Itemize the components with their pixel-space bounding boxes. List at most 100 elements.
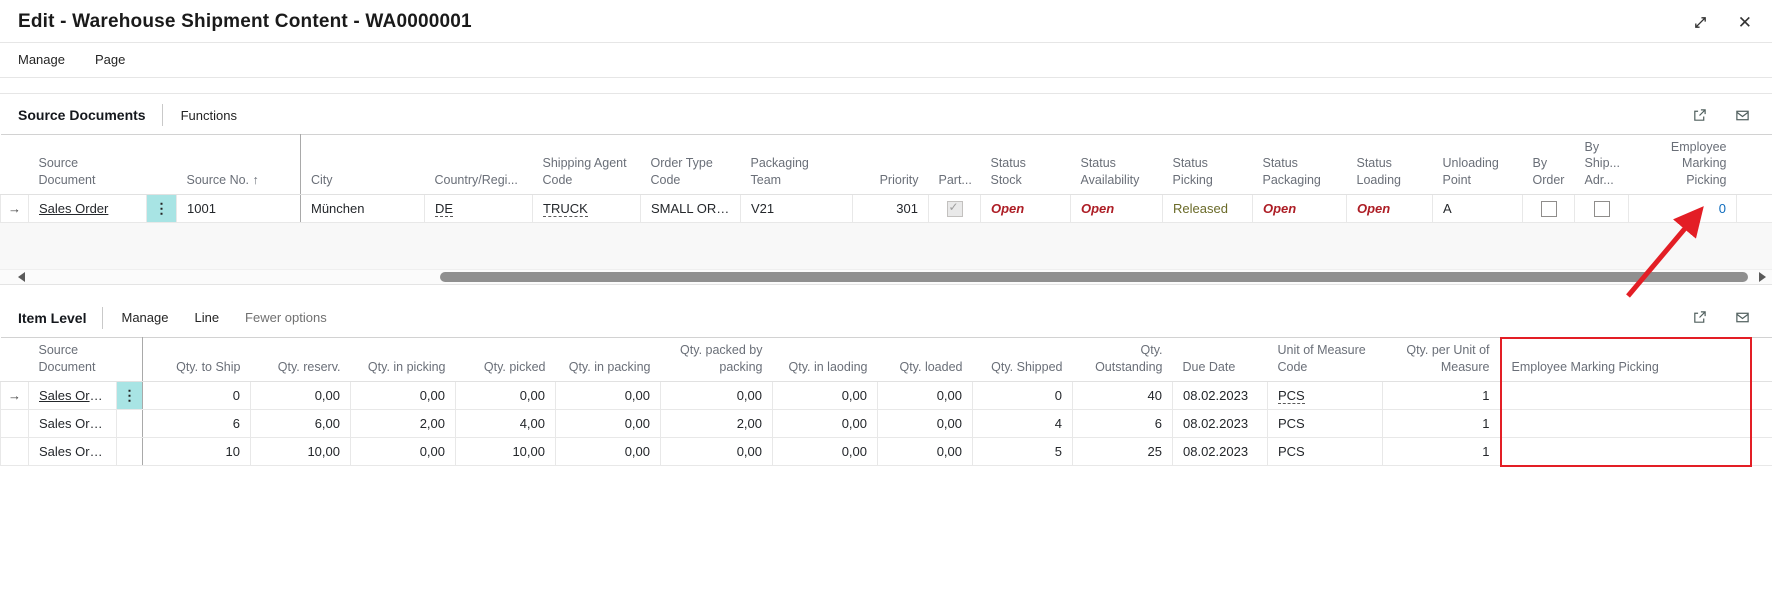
column-shipping-agent-code[interactable]: Shipping Agent Code	[533, 135, 641, 195]
partial-checkbox[interactable]	[947, 201, 963, 217]
qty-loaded-cell[interactable]: 0,00	[878, 437, 973, 466]
mail-icon[interactable]	[1735, 310, 1750, 325]
column-status-availability[interactable]: Status Availability	[1071, 135, 1163, 195]
column-qty-to-ship[interactable]: Qty. to Ship	[143, 338, 251, 382]
unloading-point-cell[interactable]: A	[1433, 194, 1523, 222]
qty-packed-by-packing-cell[interactable]: 2,00	[661, 409, 773, 437]
column-status-packaging[interactable]: Status Packaging	[1253, 135, 1347, 195]
column-due-date[interactable]: Due Date	[1173, 338, 1268, 382]
status-availability-cell[interactable]: Open	[1071, 194, 1163, 222]
employee-marking-picking-cell[interactable]	[1501, 381, 1751, 409]
employee-marking-picking-cell[interactable]	[1501, 409, 1751, 437]
qty-outstanding-cell[interactable]: 25	[1073, 437, 1173, 466]
qty-to-ship-cell[interactable]: 10	[143, 437, 251, 466]
column-country-region[interactable]: Country/Regi...	[425, 135, 533, 195]
column-employee-marking-picking[interactable]: Employee Marking Picking	[1501, 338, 1751, 382]
unit-of-measure-cell[interactable]: PCS	[1268, 409, 1383, 437]
share-icon[interactable]	[1692, 108, 1707, 123]
qty-in-picking-cell[interactable]: 2,00	[351, 409, 456, 437]
qty-picked-cell[interactable]: 10,00	[456, 437, 556, 466]
employee-marking-picking-cell[interactable]	[1501, 437, 1751, 466]
collapse-window-icon[interactable]	[1693, 15, 1708, 30]
close-icon[interactable]: ✕	[1738, 14, 1752, 31]
unit-of-measure-cell[interactable]: PCS	[1268, 381, 1383, 409]
qty-in-laoding-cell[interactable]: 0,00	[773, 437, 878, 466]
qty-shipped-cell[interactable]: 5	[973, 437, 1073, 466]
menu-page[interactable]: Page	[95, 52, 125, 67]
status-stock-cell[interactable]: Open	[981, 194, 1071, 222]
due-date-cell[interactable]: 08.02.2023	[1173, 381, 1268, 409]
column-qty-shipped[interactable]: Qty. Shipped	[973, 338, 1073, 382]
qty-packed-by-packing-cell[interactable]: 0,00	[661, 381, 773, 409]
qty-in-picking-cell[interactable]: 0,00	[351, 381, 456, 409]
priority-cell[interactable]: 301	[853, 194, 929, 222]
column-by-order[interactable]: By Order	[1523, 135, 1575, 195]
column-unit-of-measure-code[interactable]: Unit of Measure Code	[1268, 338, 1383, 382]
scroll-left-icon[interactable]	[18, 272, 25, 282]
horizontal-scrollbar[interactable]	[0, 269, 1772, 285]
qty-shipped-cell[interactable]: 4	[973, 409, 1073, 437]
employee-marking-picking-cell[interactable]: 0	[1629, 194, 1737, 222]
source-document-cell[interactable]: Sales Order	[29, 194, 147, 222]
mail-icon[interactable]	[1735, 108, 1750, 123]
column-source-no[interactable]: Source No. ↑	[177, 135, 301, 195]
source-document-cell[interactable]: Sales Order	[29, 381, 117, 409]
menu-manage[interactable]: Manage	[18, 52, 65, 67]
source-no-cell[interactable]: 1001	[177, 194, 301, 222]
qty-picked-cell[interactable]: 4,00	[456, 409, 556, 437]
menu-fewer-options[interactable]: Fewer options	[245, 310, 327, 325]
scrollbar-thumb[interactable]	[440, 272, 1748, 282]
qty-in-laoding-cell[interactable]: 0,00	[773, 381, 878, 409]
column-source-document[interactable]: Source Document	[29, 338, 117, 382]
column-by-ship-adr[interactable]: By Ship... Adr...	[1575, 135, 1629, 195]
by-order-checkbox[interactable]	[1541, 201, 1557, 217]
column-qty-packed-by-packing[interactable]: Qty. packed by packing	[661, 338, 773, 382]
order-type-code-cell[interactable]: SMALL ORDE...	[641, 194, 741, 222]
menu-item-line[interactable]: Line	[194, 310, 219, 325]
column-order-type-code[interactable]: Order Type Code	[641, 135, 741, 195]
column-qty-reserv[interactable]: Qty. reserv.	[251, 338, 351, 382]
row-options-button[interactable]: ⋮	[117, 381, 143, 409]
column-status-stock[interactable]: Status Stock	[981, 135, 1071, 195]
status-loading-cell[interactable]: Open	[1347, 194, 1433, 222]
qty-in-picking-cell[interactable]: 0,00	[351, 437, 456, 466]
qty-to-ship-cell[interactable]: 6	[143, 409, 251, 437]
city-cell[interactable]: München	[301, 194, 425, 222]
qty-loaded-cell[interactable]: 0,00	[878, 381, 973, 409]
column-qty-outstanding[interactable]: Qty. Outstanding	[1073, 338, 1173, 382]
column-qty-in-picking[interactable]: Qty. in picking	[351, 338, 456, 382]
scroll-right-icon[interactable]	[1759, 272, 1766, 282]
qty-in-laoding-cell[interactable]: 0,00	[773, 409, 878, 437]
unit-of-measure-cell[interactable]: PCS	[1268, 437, 1383, 466]
country-region-cell[interactable]: DE	[425, 194, 533, 222]
column-qty-per-unit-of-measure[interactable]: Qty. per Unit of Measure	[1383, 338, 1501, 382]
qty-in-packing-cell[interactable]: 0,00	[556, 409, 661, 437]
column-qty-in-laoding[interactable]: Qty. in laoding	[773, 338, 878, 382]
due-date-cell[interactable]: 08.02.2023	[1173, 437, 1268, 466]
shipping-agent-code-cell[interactable]: TRUCK	[533, 194, 641, 222]
column-qty-loaded[interactable]: Qty. loaded	[878, 338, 973, 382]
status-packaging-cell[interactable]: Open	[1253, 194, 1347, 222]
packaging-team-cell[interactable]: V21	[741, 194, 853, 222]
due-date-cell[interactable]: 08.02.2023	[1173, 409, 1268, 437]
qty-outstanding-cell[interactable]: 6	[1073, 409, 1173, 437]
column-source-document[interactable]: Source Document	[29, 135, 147, 195]
column-status-loading[interactable]: Status Loading	[1347, 135, 1433, 195]
qty-reserv-cell[interactable]: 6,00	[251, 409, 351, 437]
column-packaging-team[interactable]: Packaging Team	[741, 135, 853, 195]
qty-outstanding-cell[interactable]: 40	[1073, 381, 1173, 409]
qty-packed-by-packing-cell[interactable]: 0,00	[661, 437, 773, 466]
by-ship-adr-checkbox[interactable]	[1594, 201, 1610, 217]
column-partial[interactable]: Part...	[929, 135, 981, 195]
qty-loaded-cell[interactable]: 0,00	[878, 409, 973, 437]
qty-shipped-cell[interactable]: 0	[973, 381, 1073, 409]
qty-reserv-cell[interactable]: 0,00	[251, 381, 351, 409]
column-employee-marking-picking[interactable]: Employee Marking Picking	[1629, 135, 1737, 195]
source-document-cell[interactable]: Sales Order	[29, 409, 117, 437]
status-picking-cell[interactable]: Released	[1163, 194, 1253, 222]
qty-to-ship-cell[interactable]: 0	[143, 381, 251, 409]
qty-in-packing-cell[interactable]: 0,00	[556, 381, 661, 409]
column-city[interactable]: City	[301, 135, 425, 195]
column-qty-picked[interactable]: Qty. picked	[456, 338, 556, 382]
source-document-cell[interactable]: Sales Order	[29, 437, 117, 466]
